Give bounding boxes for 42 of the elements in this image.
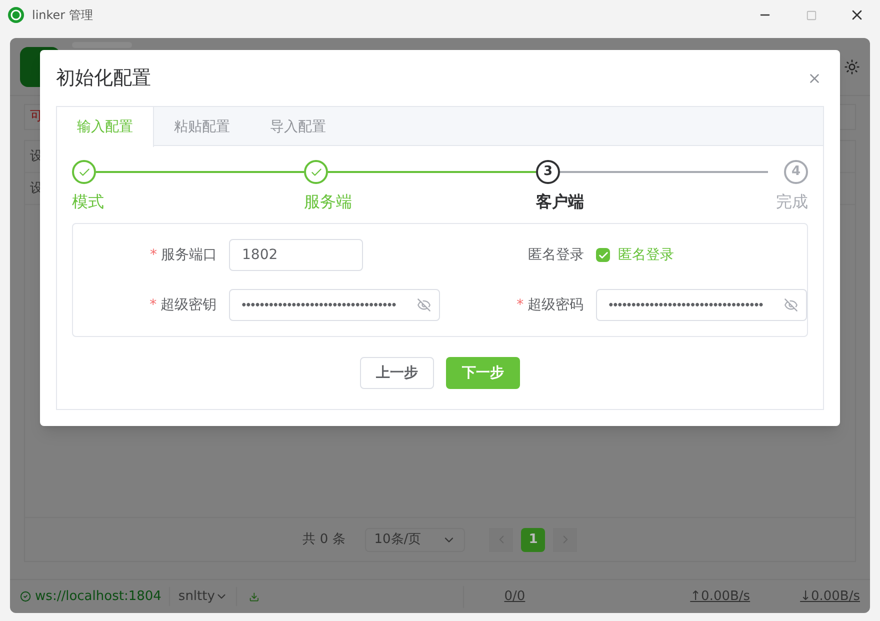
page-button[interactable]: 1 — [521, 528, 546, 552]
field-label: 超级密码 — [528, 296, 584, 314]
previous-page-button[interactable] — [489, 528, 514, 552]
tab[interactable]: 粘贴配置 — [154, 107, 250, 147]
tab[interactable]: 导入配置 — [250, 107, 346, 147]
hide-password-icon[interactable] — [784, 298, 798, 312]
required-mark: * — [150, 296, 157, 314]
app-logo-icon — [8, 7, 24, 23]
theme-icon[interactable] — [844, 58, 860, 74]
next-page-button[interactable] — [553, 528, 578, 552]
download-speed: ↓0.00B/s — [800, 588, 860, 606]
check-icon — [598, 250, 608, 260]
connection-count: 0/0 — [504, 588, 526, 606]
download-icon[interactable] — [248, 590, 260, 604]
required-mark: * — [516, 296, 524, 314]
password-field[interactable]: •••••••••••••••••••••••••••••••••• — [596, 289, 807, 321]
connection-url[interactable]: ws://localhost:1804 — [35, 586, 170, 606]
maximize-icon — [806, 10, 816, 20]
total-count: 共 0 条 — [302, 530, 346, 549]
step-label: 完成 — [776, 191, 808, 213]
user-menu[interactable]: snltty — [170, 586, 237, 606]
dialog-title: 初始化配置 — [56, 66, 151, 91]
window-title: linker 管理 — [32, 7, 93, 24]
step-label: 服务端 — [304, 191, 353, 213]
step-label: 客户端 — [536, 191, 585, 213]
hide-password-icon[interactable] — [417, 298, 431, 312]
password-field[interactable]: •••••••••••••••••••••••••••••••••• — [228, 289, 440, 321]
field-label: 服务端口 — [161, 246, 217, 264]
step-label: 模式 — [72, 191, 105, 213]
upload-speed: ↑0.00B/s — [690, 588, 750, 606]
check-icon — [310, 166, 322, 178]
connected-icon — [20, 589, 32, 604]
previous-button[interactable]: 上一步 — [360, 357, 434, 389]
field-label: 超级密钥 — [160, 296, 217, 314]
anonymous-checkbox[interactable]: 匿名登录 — [596, 244, 674, 266]
required-mark: * — [150, 246, 157, 264]
next-button[interactable]: 下一步 — [446, 357, 520, 389]
field-label: 匿名登录 — [528, 246, 584, 264]
page-size-select[interactable]: 10条/页 — [365, 528, 466, 552]
input-field[interactable]: 1802 — [229, 239, 363, 271]
tab[interactable]: 输入配置 — [57, 107, 154, 147]
check-icon — [78, 166, 90, 178]
